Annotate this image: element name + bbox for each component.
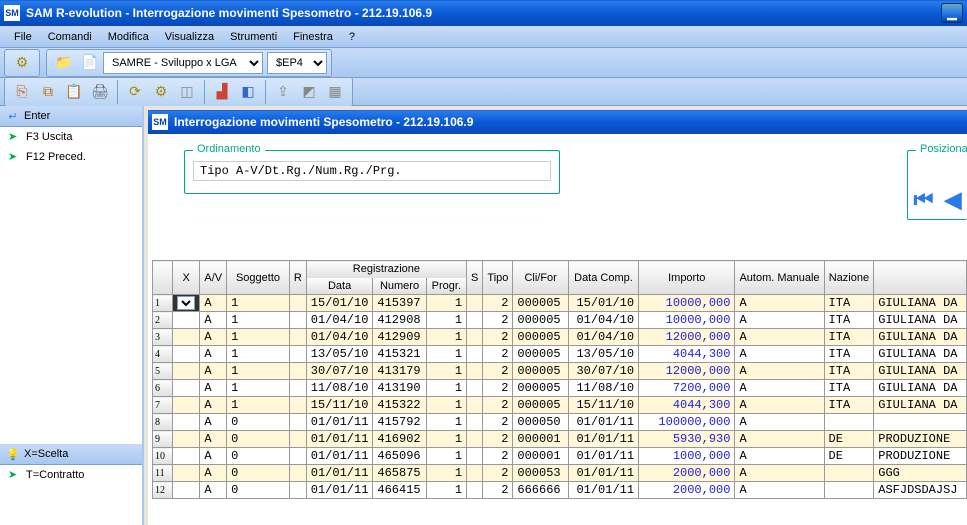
arrow-icon: ➤	[8, 468, 22, 482]
col-nazione[interactable]: Nazione	[824, 261, 874, 295]
sidebar-tcontratto-label: T=Contratto	[26, 469, 84, 481]
sidebar-f12[interactable]: ➤ F12 Preced.	[0, 147, 142, 167]
environment-select[interactable]: SAMRE - Sviluppo x LGA	[103, 52, 263, 74]
table-row[interactable]: 5A130/07/104131791200000530/07/1012000,0…	[153, 363, 967, 380]
library-select[interactable]: $EP4	[267, 52, 327, 74]
sidebar-tcontratto[interactable]: ➤ T=Contratto	[0, 465, 142, 485]
table-row[interactable]: 8A001/01/114157921200005001/01/11100000,…	[153, 414, 967, 431]
col-progr[interactable]: Progr.	[426, 278, 466, 295]
table-row[interactable]: 12A001/01/114664151266666601/01/112000,0…	[153, 482, 967, 499]
print-icon[interactable]: 🖨	[89, 81, 111, 103]
tool-icon-7[interactable]: ◫	[176, 81, 198, 103]
posizionamento-legend: Posizioname	[916, 143, 967, 155]
toolbar-row-1: ⚙ 📁 📄 SAMRE - Sviluppo x LGA $EP4	[0, 48, 967, 78]
menu-strumenti[interactable]: Strumenti	[222, 29, 285, 45]
col-s[interactable]: S	[467, 261, 483, 295]
minimize-button[interactable]: ▁	[941, 3, 963, 23]
sidebar-f3[interactable]: ➤ F3 Uscita	[0, 127, 142, 147]
table-row[interactable]: 6A111/08/104131901200000511/08/107200,00…	[153, 380, 967, 397]
col-importo[interactable]: Importo	[639, 261, 735, 295]
gear-icon[interactable]: ⚙	[11, 52, 33, 74]
table-row[interactable]: 1A115/01/104153971200000515/01/1010000,0…	[153, 295, 967, 312]
mdi-title: Interrogazione movimenti Spesometro - 21…	[174, 115, 473, 129]
sidebar-xscelta[interactable]: 💡 X=Scelta	[0, 444, 142, 465]
table-row[interactable]: 2A101/04/104129081200000501/04/1010000,0…	[153, 312, 967, 329]
chart-icon[interactable]: ▟	[211, 81, 233, 103]
tool-icon-9[interactable]: ◧	[237, 81, 259, 103]
paste-icon[interactable]: 📋	[63, 81, 85, 103]
data-grid[interactable]: X A/V Soggetto R Registrazione S Tipo Cl…	[152, 260, 967, 525]
table-row[interactable]: 4A113/05/104153211200000513/05/104044,30…	[153, 346, 967, 363]
col-datacomp[interactable]: Data Comp.	[568, 261, 638, 295]
menu-finestra[interactable]: Finestra	[285, 29, 341, 45]
menu-modifica[interactable]: Modifica	[100, 29, 157, 45]
table-row[interactable]: 3A101/04/104129091200000501/04/1012000,0…	[153, 329, 967, 346]
row-x-select[interactable]	[177, 296, 196, 310]
menu-help[interactable]: ?	[341, 29, 363, 45]
posizionamento-group: Posizioname ⏮ ◀	[907, 150, 967, 220]
work-area: SM Interrogazione movimenti Spesometro -…	[144, 106, 967, 525]
window-title: SAM R-evolution - Interrogazione movimen…	[26, 6, 432, 20]
table-row[interactable]: 7A115/11/104153221200000515/11/104044,30…	[153, 397, 967, 414]
menu-bar: File Comandi Modifica Visualizza Strumen…	[0, 26, 967, 48]
gear2-icon[interactable]: ⚙	[150, 81, 172, 103]
tool-icon-10[interactable]: ⇪	[272, 81, 294, 103]
menu-visualizza[interactable]: Visualizza	[157, 29, 222, 45]
copy-icon[interactable]: ⧉	[37, 81, 59, 103]
arrow-icon: ➤	[8, 150, 22, 164]
tool-icon-12[interactable]: ▦	[324, 81, 346, 103]
document-icon[interactable]: 📄	[79, 52, 101, 74]
col-data[interactable]: Data	[306, 278, 373, 295]
sidebar: ↵ Enter ➤ F3 Uscita ➤ F12 Preced. 💡 X=Sc…	[0, 106, 144, 525]
tool-icon-1[interactable]: ⎘	[11, 81, 33, 103]
sidebar-xscelta-label: X=Scelta	[24, 448, 68, 460]
bulb-icon: 💡	[6, 447, 20, 461]
sidebar-enter-label: Enter	[24, 110, 50, 122]
col-r[interactable]: R	[289, 261, 306, 295]
table-row[interactable]: 10A001/01/114650961200000101/01/111000,0…	[153, 448, 967, 465]
window-titlebar: SM SAM R-evolution - Interrogazione movi…	[0, 0, 967, 26]
tool-icon-5[interactable]: ⟳	[124, 81, 146, 103]
col-automman[interactable]: Autom. Manuale	[735, 261, 824, 295]
table-row[interactable]: 9A001/01/114169021200000101/01/115930,93…	[153, 431, 967, 448]
ordinamento-legend: Ordinamento	[193, 143, 265, 155]
table-row[interactable]: 11A001/01/114658751200005301/01/112000,0…	[153, 465, 967, 482]
col-numero[interactable]: Numero	[373, 278, 426, 295]
col-soggetto[interactable]: Soggetto	[227, 261, 290, 295]
nav-prev-icon[interactable]: ◀	[945, 187, 962, 213]
col-tipo[interactable]: Tipo	[483, 261, 513, 295]
mdi-body: Ordinamento Tipo A-V/Dt.Rg./Num.Rg./Prg.…	[148, 134, 967, 525]
nav-first-icon[interactable]: ⏮	[914, 187, 934, 213]
sidebar-f3-label: F3 Uscita	[26, 131, 72, 143]
folder-icon[interactable]: 📁	[53, 52, 75, 74]
col-clifor[interactable]: Cli/For	[513, 261, 569, 295]
app-icon: SM	[4, 5, 20, 21]
col-x[interactable]: X	[172, 261, 200, 295]
sidebar-f12-label: F12 Preced.	[26, 151, 86, 163]
col-av[interactable]: A/V	[200, 261, 227, 295]
mdi-icon: SM	[152, 114, 168, 130]
menu-comandi[interactable]: Comandi	[40, 29, 100, 45]
tool-icon-11[interactable]: ◩	[298, 81, 320, 103]
col-desc[interactable]	[874, 261, 967, 295]
toolbar-row-2: ⎘ ⧉ 📋 🖨 ⟳ ⚙ ◫ ▟ ◧ ⇪ ◩ ▦	[0, 78, 967, 106]
sidebar-enter[interactable]: ↵ Enter	[0, 106, 142, 127]
ordinamento-group: Ordinamento Tipo A-V/Dt.Rg./Num.Rg./Prg.	[184, 150, 560, 194]
ordinamento-value[interactable]: Tipo A-V/Dt.Rg./Num.Rg./Prg.	[193, 161, 551, 181]
col-registrazione[interactable]: Registrazione	[306, 261, 466, 278]
arrow-icon: ➤	[8, 130, 22, 144]
enter-icon: ↵	[6, 109, 20, 123]
mdi-titlebar: SM Interrogazione movimenti Spesometro -…	[148, 110, 967, 134]
menu-file[interactable]: File	[6, 29, 40, 45]
